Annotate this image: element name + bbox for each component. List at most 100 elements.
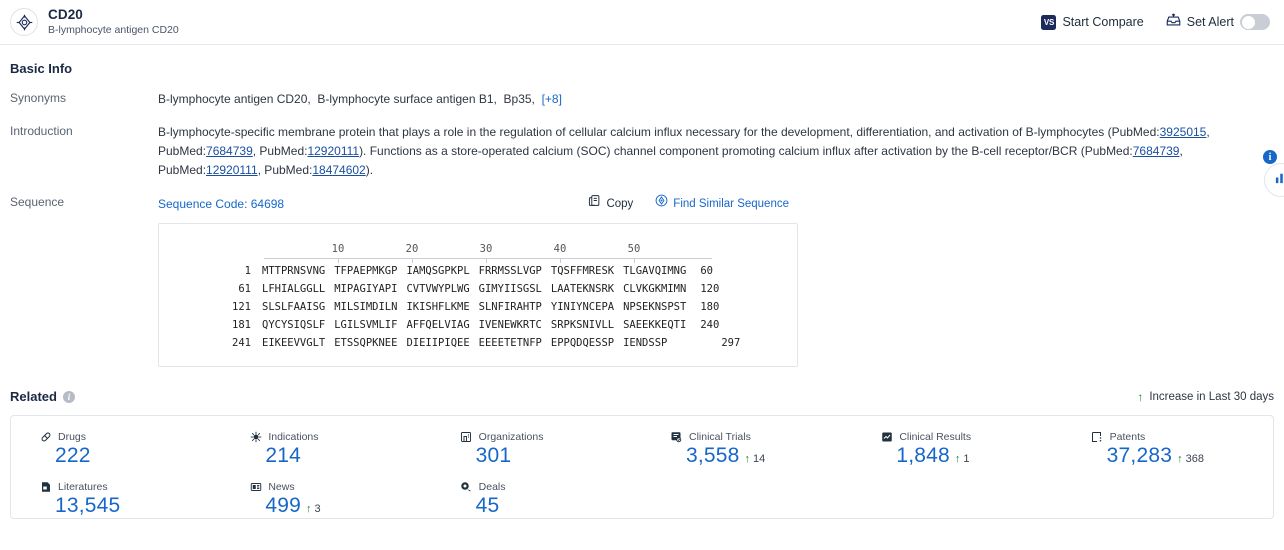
set-alert-toggle[interactable] — [1240, 14, 1270, 30]
stat-header: Indications — [249, 430, 431, 443]
ruler-tick-mark — [486, 258, 487, 263]
ruler-tick-mark — [634, 258, 635, 263]
stat-label: News — [268, 481, 294, 493]
sequence-block: ETSSQPKNEE — [334, 334, 397, 353]
sequence-block: IENDSSP — [623, 334, 667, 353]
intro-text-seg: , PubMed: — [258, 163, 313, 177]
stat-value-row: 214 — [249, 444, 431, 468]
stat-drugs[interactable]: Drugs 222 — [11, 430, 221, 468]
info-icon[interactable]: i — [63, 391, 75, 403]
stat-delta-value: 14 — [753, 453, 765, 465]
patent-icon — [1091, 430, 1104, 443]
sequence-line-blocks: EIKEEVVGLT ETSSQPKNEE DIEIIPIQEE EEEETET… — [262, 334, 667, 353]
pubmed-link[interactable]: 3925015 — [1160, 125, 1207, 139]
floating-info-badge[interactable]: i — [1263, 150, 1277, 164]
stat-value[interactable]: 499 — [265, 494, 301, 518]
related-heading: Related i ↑ Increase in Last 30 days — [10, 389, 1274, 404]
page-subtitle: B-lymphocyte antigen CD20 — [48, 23, 179, 37]
stat-delta: ↑ 14 — [745, 453, 766, 465]
related-title-wrap: Related i — [10, 389, 75, 404]
up-arrow-icon: ↑ — [745, 453, 751, 465]
stat-header: Patents — [1091, 430, 1273, 443]
building-icon — [460, 430, 473, 443]
sequence-block: CVTVWYPLWG — [406, 280, 469, 299]
pubmed-link[interactable]: 12920111 — [307, 144, 359, 158]
intro-text-seg: ). Functions as a store-operated calcium… — [359, 144, 1133, 158]
sequence-line-blocks: SLSLFAAISG MILSIMDILN IKISHFLKME SLNFIRA… — [262, 298, 686, 317]
deals-icon — [460, 480, 473, 493]
capsule-icon — [39, 430, 52, 443]
sequence-block: EIKEEVVGLT — [262, 334, 325, 353]
entity-identity: CD20 B-lymphocyte antigen CD20 — [48, 7, 179, 38]
sequence-block: YINIYNCEPA — [551, 298, 614, 317]
sequence-content: 10 20 30 40 50 1 MTTPRNSV — [159, 236, 797, 352]
stat-header: News — [249, 480, 431, 493]
stat-news[interactable]: News 499 ↑ 3 — [221, 480, 431, 518]
stat-organizations[interactable]: Organizations 301 — [432, 430, 642, 468]
stat-literatures[interactable]: Literatures 13,545 — [11, 480, 221, 518]
sequence-block: SLNFIRAHTP — [479, 298, 542, 317]
copy-button[interactable]: Copy — [588, 194, 633, 214]
stat-value[interactable]: 214 — [265, 444, 301, 468]
sequence-line-blocks: MTTPRNSVNG TFPAEPMKGP IAMQSGPKPL FRRMSSL… — [262, 262, 686, 281]
related-stats-card: Drugs 222 — [10, 415, 1274, 519]
stat-delta: ↑ 368 — [1177, 453, 1204, 465]
top-bar: CD20 B-lymphocyte antigen CD20 VS Start … — [0, 0, 1284, 45]
introduction-value: B-lymphocyte-specific membrane protein t… — [158, 123, 1274, 180]
news-icon — [249, 480, 262, 493]
up-arrow-icon: ↑ — [955, 453, 961, 465]
top-bar-actions: VS Start Compare Set Alert — [1041, 13, 1270, 31]
stat-label: Clinical Results — [899, 431, 971, 443]
sequence-line: 181 QYCYSIQSLF LGILSVMLIF AFFQELVIAG IVE… — [159, 316, 797, 334]
stat-value-row: 301 — [460, 444, 642, 468]
stat-label: Indications — [268, 431, 318, 443]
alert-inbox-icon — [1166, 13, 1181, 31]
sequence-block: CLVKGKMIMN — [623, 280, 686, 299]
introduction-row: Introduction B-lymphocyte-specific membr… — [10, 123, 1274, 180]
stat-patents[interactable]: Patents 37,283 ↑ 368 — [1063, 430, 1273, 468]
pubmed-link[interactable]: 7684739 — [1133, 144, 1180, 158]
stat-deals[interactable]: Deals 45 — [432, 480, 642, 518]
stat-clinical-results[interactable]: Clinical Results 1,848 ↑ 1 — [852, 430, 1062, 468]
sequence-line-end: 297 — [721, 334, 740, 353]
stat-clinical-trials[interactable]: Clinical Trials 3,558 ↑ 14 — [642, 430, 852, 468]
sequence-line-end: 240 — [700, 316, 719, 335]
pubmed-link[interactable]: 18474602 — [312, 163, 365, 177]
sequence-block: MTTPRNSVNG — [262, 262, 325, 281]
stat-delta-value: 3 — [314, 503, 320, 515]
sequence-block: IAMQSGPKPL — [406, 262, 469, 281]
stat-value[interactable]: 13,545 — [55, 494, 120, 518]
ruler-tick-mark — [560, 258, 561, 263]
sequence-block: FRRMSSLVGP — [479, 262, 542, 281]
sequence-block: IVENEWKRTC — [479, 316, 542, 335]
sequence-block: DIEIIPIQEE — [406, 334, 469, 353]
find-similar-icon — [655, 194, 668, 214]
stat-value[interactable]: 3,558 — [686, 444, 740, 468]
stat-value-row: 222 — [39, 444, 221, 468]
pubmed-link[interactable]: 12920111 — [206, 163, 258, 177]
pubmed-link[interactable]: 7684739 — [206, 144, 253, 158]
synonyms-more-link[interactable]: [+8] — [542, 92, 562, 106]
sequence-line-end: 180 — [700, 298, 719, 317]
stat-value[interactable]: 222 — [55, 444, 91, 468]
stat-value[interactable]: 45 — [476, 494, 500, 518]
find-similar-sequence-button[interactable]: Find Similar Sequence — [655, 194, 789, 214]
sequence-ruler: 10 20 30 40 50 — [159, 236, 797, 262]
sequence-code[interactable]: Sequence Code: 64698 — [158, 195, 284, 214]
stat-delta: ↑ 3 — [306, 503, 321, 515]
start-compare-button[interactable]: VS Start Compare — [1041, 15, 1143, 30]
set-alert-button[interactable]: Set Alert — [1166, 13, 1270, 31]
start-compare-label: Start Compare — [1062, 15, 1143, 29]
stat-value[interactable]: 37,283 — [1107, 444, 1172, 468]
sequence-block: GIMYIISGSL — [479, 280, 542, 299]
sequence-block: EPPQDQESSP — [551, 334, 614, 353]
up-arrow-icon: ↑ — [306, 503, 312, 515]
stat-value[interactable]: 1,848 — [896, 444, 950, 468]
synonym-item: B-lymphocyte antigen CD20, — [158, 92, 311, 106]
ruler-tick-label: 10 — [332, 240, 345, 259]
stat-indications[interactable]: Indications 214 — [221, 430, 431, 468]
sequence-block: TQSFFMRESK — [551, 262, 614, 281]
stat-value-row: 37,283 ↑ 368 — [1091, 444, 1273, 468]
stat-value[interactable]: 301 — [476, 444, 512, 468]
introduction-label: Introduction — [10, 123, 158, 180]
